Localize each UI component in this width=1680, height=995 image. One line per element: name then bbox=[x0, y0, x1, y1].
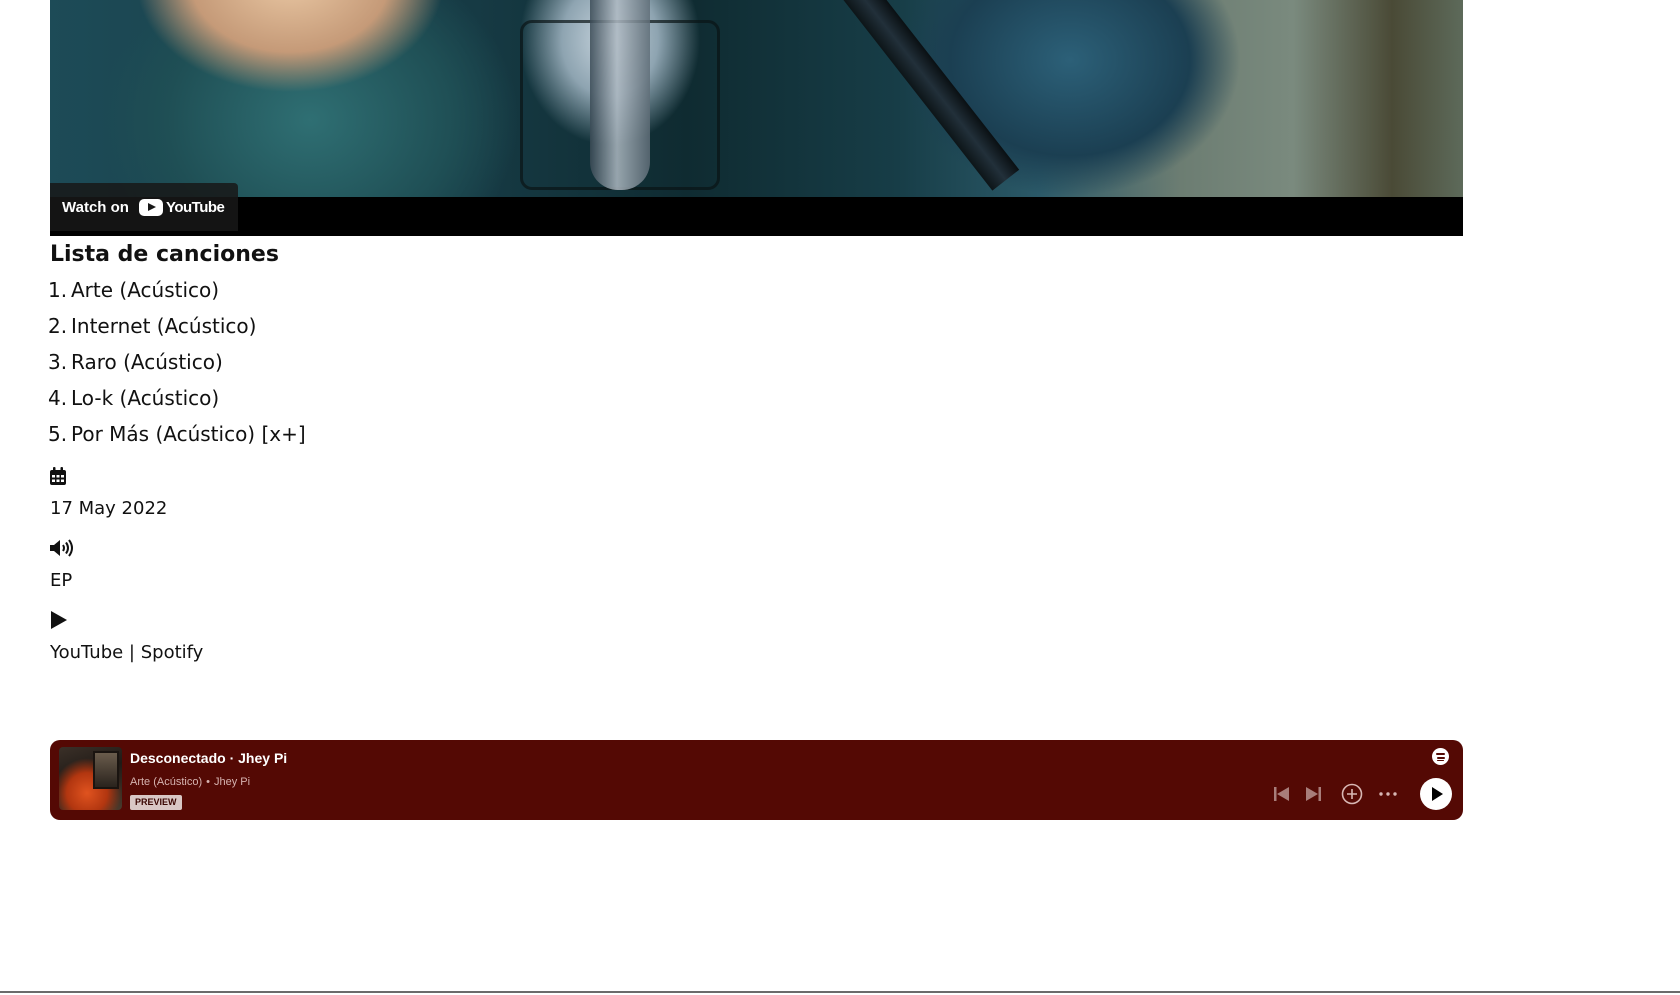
links-row: YouTube | Spotify bbox=[50, 640, 1463, 666]
track-number: 2. bbox=[48, 314, 68, 338]
watch-on-label: Watch on bbox=[62, 198, 129, 216]
track-title: Lo-k (Acústico) bbox=[71, 386, 220, 410]
spotify-embed[interactable]: Desconectado · Jhey Pi Arte (Acústico) • J… bbox=[50, 740, 1463, 820]
youtube-wordmark: YouTube bbox=[165, 198, 225, 216]
track-title: Arte (Acústico) bbox=[71, 278, 220, 302]
youtube-link[interactable]: YouTube bbox=[50, 642, 123, 663]
album-cover[interactable] bbox=[59, 747, 122, 810]
more-icon[interactable] bbox=[1376, 782, 1400, 806]
youtube-logo: YouTube bbox=[138, 198, 225, 216]
release-type: EP bbox=[50, 536, 1463, 594]
tracklist: 1. Arte (Acústico) 2. Internet (Acústico) … bbox=[48, 272, 1463, 452]
track-title: Por Más (Acústico) [x+] bbox=[71, 422, 306, 446]
tracklist-heading: Lista de canciones bbox=[50, 242, 279, 267]
track-name[interactable]: Arte (Acústico) bbox=[130, 776, 202, 788]
list-item: 3. Raro (Acústico) bbox=[48, 344, 1463, 380]
list-item: 4. Lo-k (Acústico) bbox=[48, 380, 1463, 416]
subtitle-separator: • bbox=[206, 776, 210, 788]
bottom-divider bbox=[0, 991, 1680, 993]
release-date: 17 May 2022 bbox=[50, 464, 1463, 522]
track-number: 1. bbox=[48, 278, 68, 302]
release-date-value: 17 May 2022 bbox=[50, 498, 168, 519]
calendar-icon bbox=[50, 464, 1463, 488]
play-icon[interactable] bbox=[1420, 778, 1452, 810]
thumbnail-detail bbox=[820, 0, 1020, 191]
list-item: 1. Arte (Acústico) bbox=[48, 272, 1463, 308]
youtube-play-icon bbox=[138, 198, 163, 216]
release-type-value: EP bbox=[50, 570, 73, 591]
preview-badge: PREVIEW bbox=[130, 795, 182, 810]
play-icon bbox=[50, 608, 1463, 632]
list-item: 2. Internet (Acústico) bbox=[48, 308, 1463, 344]
artist-name[interactable]: Jhey Pi bbox=[214, 776, 250, 788]
youtube-embed[interactable]: Watch on YouTube bbox=[50, 0, 1463, 236]
track-number: 4. bbox=[48, 386, 68, 410]
list-item: 5. Por Más (Acústico) [x+] bbox=[48, 416, 1463, 452]
track-number: 5. bbox=[48, 422, 68, 446]
watch-on-youtube-button[interactable]: Watch on YouTube bbox=[50, 183, 239, 231]
previous-icon[interactable] bbox=[1273, 784, 1289, 804]
player-subtitle: Arte (Acústico) • Jhey Pi bbox=[130, 775, 250, 789]
link-separator: | bbox=[123, 642, 141, 663]
track-title: Internet (Acústico) bbox=[71, 314, 257, 338]
video-thumbnail[interactable] bbox=[50, 0, 1463, 197]
album-details: Lista de canciones 1. Arte (Acústico) 2. I… bbox=[48, 238, 1463, 666]
track-title: Raro (Acústico) bbox=[71, 350, 223, 374]
add-icon[interactable] bbox=[1340, 782, 1364, 806]
spotify-icon[interactable] bbox=[1432, 748, 1449, 765]
spotify-link[interactable]: Spotify bbox=[141, 642, 204, 663]
volume-icon bbox=[50, 536, 1463, 560]
listen-links: YouTube | Spotify bbox=[50, 608, 1463, 666]
next-icon[interactable] bbox=[1305, 784, 1321, 804]
player-title[interactable]: Desconectado · Jhey Pi bbox=[130, 749, 287, 767]
thumbnail-detail bbox=[590, 0, 650, 190]
track-number: 3. bbox=[48, 350, 68, 374]
player-controls bbox=[1273, 778, 1452, 810]
